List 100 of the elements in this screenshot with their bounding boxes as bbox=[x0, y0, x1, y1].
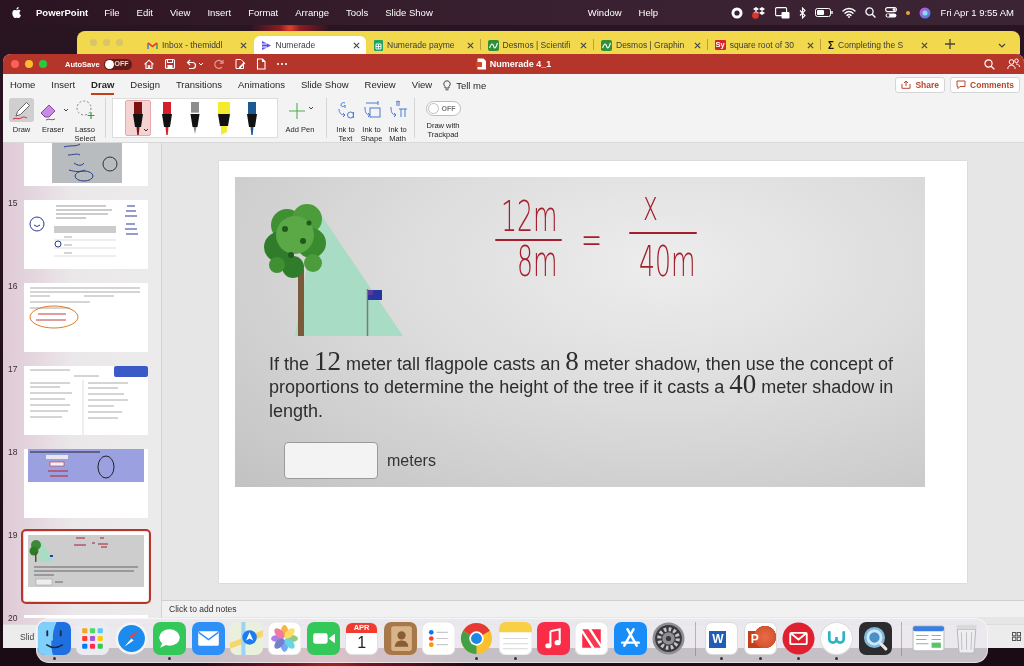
display-icon[interactable] bbox=[774, 6, 790, 19]
close-icon[interactable] bbox=[239, 41, 247, 49]
zoom-button[interactable] bbox=[39, 60, 47, 68]
close-icon[interactable] bbox=[807, 41, 814, 49]
redo-icon[interactable] bbox=[212, 58, 225, 70]
home-icon[interactable] bbox=[142, 58, 155, 70]
flower-icon[interactable] bbox=[268, 622, 302, 655]
slide-thumbnail[interactable] bbox=[21, 529, 151, 604]
two-tone-face-icon[interactable] bbox=[38, 622, 71, 655]
bluetooth-icon[interactable] bbox=[798, 6, 806, 19]
graph-icon bbox=[601, 39, 612, 51]
slide-number: 16 bbox=[7, 280, 19, 291]
ribbon-tab[interactable]: Design bbox=[130, 74, 160, 95]
menu-item[interactable]: Insert bbox=[207, 7, 232, 18]
slide-thumbnail[interactable] bbox=[21, 363, 151, 438]
handwritten-text: 12m bbox=[501, 195, 558, 238]
flagpole-drawing bbox=[366, 287, 382, 337]
apple-icon[interactable] bbox=[12, 7, 21, 18]
checklist-icon[interactable] bbox=[421, 622, 455, 655]
caret-icon[interactable] bbox=[143, 127, 149, 133]
plus-icon[interactable] bbox=[944, 39, 955, 49]
people-icon[interactable] bbox=[1007, 58, 1020, 70]
compass-icon[interactable] bbox=[114, 622, 148, 655]
menu-item[interactable]: Help bbox=[638, 7, 659, 18]
browser-tab[interactable]: Σ Completing the S bbox=[821, 36, 934, 54]
orb-icon[interactable] bbox=[918, 6, 931, 19]
menu-item[interactable]: Slide Show bbox=[385, 7, 433, 18]
slide-thumbnail[interactable] bbox=[21, 197, 151, 272]
more-icon[interactable] bbox=[275, 62, 288, 66]
close-icon[interactable] bbox=[580, 41, 587, 49]
edit-document-icon[interactable] bbox=[233, 58, 246, 70]
menu-item[interactable]: File bbox=[104, 7, 120, 18]
chevron-down-icon[interactable] bbox=[997, 43, 1006, 48]
letter-app-icon[interactable]: W bbox=[705, 622, 739, 655]
caret-icon[interactable] bbox=[307, 105, 314, 111]
document-icon[interactable] bbox=[254, 58, 267, 70]
lens-icon[interactable] bbox=[858, 622, 892, 655]
browser-tab[interactable]: Numerade bbox=[253, 36, 366, 54]
grid-icon[interactable] bbox=[1012, 632, 1021, 641]
close-icon[interactable] bbox=[466, 41, 474, 49]
notes-field[interactable]: Click to add notes bbox=[162, 600, 1024, 617]
menu-item[interactable]: Edit bbox=[136, 7, 153, 18]
record-icon[interactable] bbox=[730, 6, 743, 19]
envelope-icon[interactable] bbox=[191, 622, 225, 655]
menu-item[interactable]: Arrange bbox=[295, 7, 330, 18]
fraction-bar bbox=[629, 231, 697, 234]
gear-icon[interactable] bbox=[652, 622, 686, 655]
browser-tab[interactable]: Desmos | Graphin bbox=[594, 36, 707, 54]
sigma-icon: Σ bbox=[828, 39, 834, 51]
map-icon[interactable] bbox=[229, 622, 263, 655]
ribbon-tab[interactable]: Review bbox=[364, 74, 396, 95]
slide-thumbnail[interactable] bbox=[21, 280, 151, 355]
folded-ribbon-icon[interactable] bbox=[575, 622, 609, 655]
ribbon-tab[interactable]: Transitions bbox=[175, 74, 223, 95]
wifi-icon[interactable] bbox=[841, 7, 856, 18]
caret-icon[interactable] bbox=[63, 107, 69, 113]
control-toggles-icon[interactable] bbox=[884, 7, 897, 18]
envelope-icon[interactable] bbox=[782, 622, 816, 655]
slide-thumbnail[interactable] bbox=[21, 446, 151, 521]
ribbon-tab[interactable]: View bbox=[411, 74, 433, 95]
clock-text[interactable]: Fri Apr 1 9:55 AM bbox=[940, 7, 1014, 18]
tricolor-circle-icon[interactable] bbox=[460, 622, 494, 655]
menu-item[interactable]: Window bbox=[587, 7, 622, 18]
comments-button[interactable]: Comments bbox=[950, 76, 1020, 93]
ribbon-tab[interactable]: Slide Show bbox=[301, 74, 349, 95]
menu-item[interactable]: Tools bbox=[346, 7, 369, 18]
battery-icon[interactable] bbox=[814, 8, 833, 17]
slide-thumbnail[interactable] bbox=[21, 143, 151, 189]
browser-tab[interactable]: Numerade payme bbox=[367, 36, 480, 54]
indicator-dot-icon bbox=[905, 10, 910, 15]
spreadsheet-icon bbox=[374, 39, 383, 51]
letter-app-icon[interactable]: P bbox=[743, 622, 777, 655]
minimize-button[interactable] bbox=[25, 60, 33, 68]
handwritten-text: x bbox=[643, 184, 658, 227]
music-note-icon[interactable] bbox=[537, 622, 571, 655]
ribbon-tab[interactable]: Home bbox=[10, 74, 36, 95]
crossed-strokes-icon[interactable] bbox=[613, 622, 647, 655]
ribbon-tab[interactable]: Insert bbox=[51, 74, 76, 95]
search-icon[interactable] bbox=[864, 7, 876, 18]
menu-item[interactable]: Format bbox=[248, 7, 279, 18]
share-button[interactable]: Share bbox=[895, 76, 946, 93]
browser-tab[interactable]: Desmos | Scientifi bbox=[480, 36, 593, 54]
app-menu[interactable]: PowerPoint bbox=[36, 7, 89, 18]
boxes-badge-icon[interactable] bbox=[751, 6, 766, 19]
browser-tab[interactable]: Inbox - themiddl bbox=[140, 36, 253, 54]
pen-button[interactable] bbox=[125, 100, 151, 136]
ribbon-tab[interactable]: Animations bbox=[238, 74, 286, 95]
address-book-icon[interactable] bbox=[383, 622, 417, 655]
handwritten-text: 8m bbox=[517, 240, 558, 283]
tell-me-button[interactable]: Tell me bbox=[443, 74, 487, 95]
menu-item[interactable]: View bbox=[169, 7, 191, 18]
answer-box[interactable] bbox=[284, 442, 378, 479]
save-icon[interactable] bbox=[163, 58, 176, 70]
status-text: Slid bbox=[20, 631, 35, 642]
close-icon[interactable] bbox=[693, 41, 701, 49]
search-icon[interactable] bbox=[984, 58, 995, 70]
slide-number: 18 bbox=[7, 446, 19, 457]
close-icon[interactable] bbox=[920, 41, 928, 49]
undo-icon[interactable] bbox=[184, 58, 197, 70]
close-icon[interactable] bbox=[353, 41, 360, 49]
